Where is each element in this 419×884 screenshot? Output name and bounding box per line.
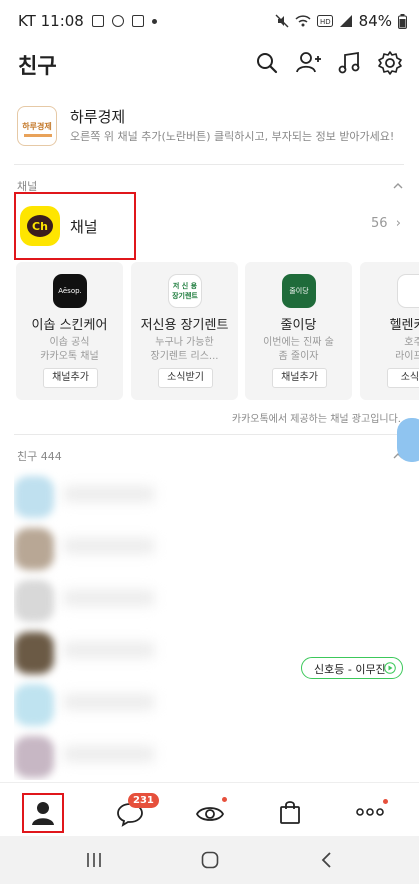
- friend-list[interactable]: [14, 468, 176, 780]
- friend-name-blurred: [64, 486, 154, 502]
- helen-logo: [397, 274, 419, 308]
- play-icon: [384, 662, 396, 674]
- settings-icon[interactable]: [377, 50, 403, 76]
- music-icon[interactable]: [337, 50, 363, 76]
- list-item[interactable]: [14, 468, 176, 526]
- app-header: 친구: [0, 40, 419, 90]
- juridang-logo: 줄이당: [282, 274, 316, 308]
- wifi-icon: [295, 15, 311, 27]
- link-icon: [111, 15, 124, 27]
- aesop-logo: Aēsop.: [53, 274, 87, 308]
- system-nav-bar: [0, 836, 419, 884]
- banner-description: 오른쪽 위 채널 추가(노란버튼) 클릭하시고, 부자되는 정보 받아가세요!: [70, 130, 395, 143]
- channel-card[interactable]: 줄이당 줄이당 이번에는 진짜 술 좀 줄이자 채널추가: [245, 262, 352, 400]
- shopping-bag-icon[interactable]: [278, 799, 302, 825]
- mute-icon: [275, 14, 289, 28]
- card-name: 헬렌카민: [389, 318, 419, 333]
- hd-icon: HD: [316, 15, 333, 27]
- channel-label: 채널: [70, 218, 98, 236]
- list-item[interactable]: [14, 624, 176, 682]
- divider: [14, 434, 404, 435]
- card-add-channel-button[interactable]: 채널추가: [43, 368, 98, 388]
- card-subscribe-button[interactable]: 소식받: [387, 368, 419, 388]
- avatar: [14, 528, 54, 570]
- channel-count-value: 56: [370, 216, 388, 231]
- banner-logo: 하루경제: [17, 106, 57, 146]
- more-icon[interactable]: [356, 807, 384, 817]
- view-new-dot: [222, 797, 227, 802]
- avatar: [14, 736, 54, 778]
- page-title: 친구: [18, 54, 57, 78]
- channel-icon-text: Ch: [27, 215, 53, 237]
- status-bar: KT 11:08 HD 84%: [0, 0, 419, 40]
- chat-unread-badge: 231: [128, 793, 159, 808]
- profile-music-chip[interactable]: 신호등 - 이무진: [301, 657, 403, 679]
- channel-card[interactable]: 헬렌카민 호주 라이프스 소식받: [360, 262, 419, 400]
- card-description: 이솝 공식 카카오톡 채널: [40, 337, 99, 362]
- list-item[interactable]: [14, 520, 176, 578]
- card-name: 저신용 장기렌트: [140, 318, 229, 333]
- rental-logo: 저 신 용 장기렌트: [168, 274, 202, 308]
- divider: [14, 164, 404, 165]
- person-icon: [32, 802, 54, 825]
- card-description: 호주 라이프스: [395, 337, 419, 362]
- channel-list-item[interactable]: Ch 채널: [14, 192, 136, 260]
- avatar: [14, 684, 54, 726]
- gallery-icon: [131, 15, 144, 27]
- battery-level: 84%: [358, 12, 392, 30]
- banner-logo-text: 하루경제: [22, 121, 52, 131]
- status-time: KT 11:08: [18, 12, 84, 30]
- list-item[interactable]: [14, 728, 176, 780]
- avatar: [14, 580, 54, 622]
- channel-ad-carousel[interactable]: Aēsop. 이솝 스킨케어 이솝 공식 카카오톡 채널 채널추가 저 신 용 …: [16, 262, 419, 400]
- card-description: 누구나 가능한 장기렌트 리스...: [150, 337, 219, 362]
- friend-name-blurred: [64, 642, 154, 658]
- home-icon[interactable]: [201, 851, 219, 869]
- recent-apps-icon[interactable]: [86, 852, 102, 868]
- avatar: [14, 476, 54, 518]
- tab-friends[interactable]: [22, 793, 64, 833]
- back-icon[interactable]: [320, 852, 332, 868]
- card-name: 줄이당: [280, 318, 317, 333]
- add-friend-icon[interactable]: [296, 50, 322, 76]
- card-description: 이번에는 진짜 술 좀 줄이자: [263, 337, 334, 362]
- channel-card[interactable]: Aēsop. 이솝 스킨케어 이솝 공식 카카오톡 채널 채널추가: [16, 262, 123, 400]
- search-icon[interactable]: [254, 50, 280, 76]
- notification-icon: [91, 15, 104, 27]
- more-new-dot: [383, 799, 388, 804]
- ad-disclaimer: 카카오톡에서 제공하는 채널 광고입니다.: [231, 414, 401, 425]
- view-tab-icon[interactable]: [195, 801, 225, 827]
- banner-logo-bar: [24, 134, 52, 137]
- signal-icon: [339, 15, 352, 27]
- card-add-channel-button[interactable]: 채널추가: [272, 368, 327, 388]
- list-item[interactable]: [14, 572, 176, 630]
- svg-text:HD: HD: [320, 18, 331, 26]
- channel-icon: Ch: [20, 206, 60, 246]
- profile-music-label: 신호등 - 이무진: [314, 663, 386, 676]
- channel-count[interactable]: 56 ›: [371, 216, 401, 231]
- card-name: 이솝 스킨케어: [31, 318, 108, 333]
- friend-name-blurred: [64, 590, 154, 606]
- card-subscribe-button[interactable]: 소식받기: [158, 368, 213, 388]
- channel-card[interactable]: 저 신 용 장기렌트 저신용 장기렌트 누구나 가능한 장기렌트 리스... 소…: [131, 262, 238, 400]
- battery-icon: [398, 13, 407, 29]
- bottom-tab-bar: 231: [0, 782, 419, 834]
- friends-section-label: 친구 444: [17, 450, 62, 463]
- floating-action-button[interactable]: [397, 418, 419, 462]
- friend-name-blurred: [64, 694, 154, 710]
- ad-banner[interactable]: 하루경제 하루경제 오른쪽 위 채널 추가(노란버튼) 클릭하시고, 부자되는 …: [14, 104, 404, 150]
- chevron-right-icon: ›: [391, 216, 401, 231]
- chevron-up-icon[interactable]: [393, 181, 403, 191]
- list-item[interactable]: [14, 676, 176, 734]
- more-notifications-icon: [151, 18, 157, 24]
- friend-name-blurred: [64, 538, 154, 554]
- avatar: [14, 632, 54, 674]
- banner-title: 하루경제: [70, 108, 126, 126]
- friend-name-blurred: [64, 746, 154, 762]
